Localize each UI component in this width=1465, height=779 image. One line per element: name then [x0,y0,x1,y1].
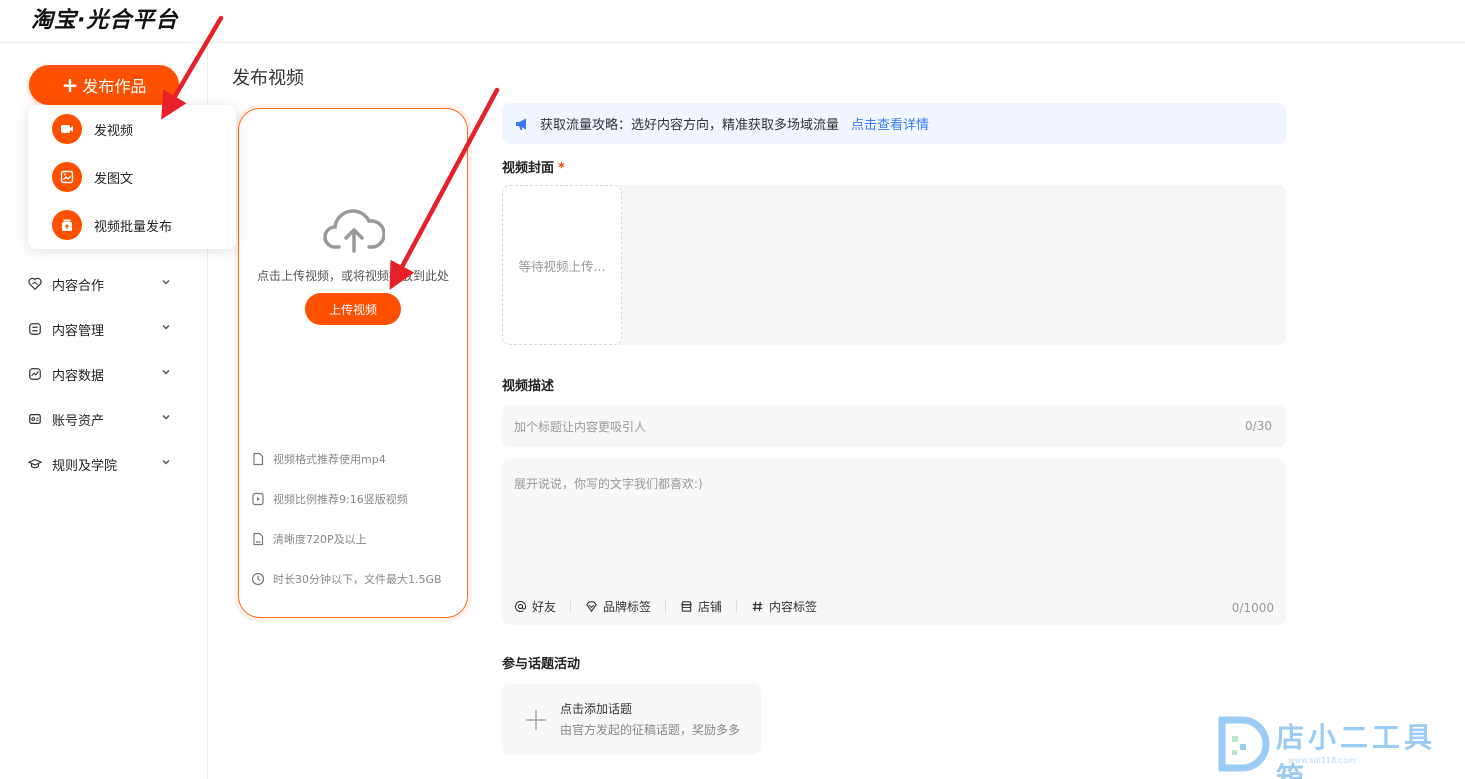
sidebar-item-label: 内容合作 [52,278,105,294]
menu-item-label: 发视频 [94,123,134,139]
content-manage-icon [29,323,41,335]
add-topic-title: 点击添加话题 [560,702,633,716]
store-button[interactable]: 店铺 [680,599,738,614]
graduation-cap-icon [28,459,42,469]
plus-icon: + [61,73,79,97]
menu-item-batch-video-publish[interactable]: 视频批量发布 [52,209,172,241]
platform-logo[interactable]: 淘宝·光合平台 [31,2,178,34]
description-section-label: 视频描述 [502,379,555,394]
watermark-url: www.sdl118.com [1288,756,1356,765]
watermark-text: 店小二工具箱 [1276,721,1437,779]
chart-line-icon [29,368,41,380]
publish-work-label: 发布作品 [82,77,147,96]
cloud-upload-icon [323,209,385,253]
sidebar-item-label: 内容管理 [52,323,105,339]
page-title: 发布视频 [232,68,304,89]
topic-section-label: 参与话题活动 [502,657,581,672]
cover-upload-slot[interactable]: 等待视频上传... [502,185,622,345]
sidebar-item-content-data[interactable]: 内容数据 [28,362,178,386]
spec-format: 视频格式推荐使用mp4 [251,449,386,469]
chevron-down-icon [162,324,170,330]
menu-item-label: 视频批量发布 [94,219,173,235]
spec-duration: 时长30分钟以下，文件最大1.5GB [251,569,442,589]
cover-area: 等待视频上传... [502,185,1286,345]
clock-icon [251,572,265,586]
traffic-tips-banner: 获取流量攻略：选好内容方向，精准获取多场域流量 点击查看详情 [502,103,1286,144]
description-char-count: 0/1000 [1231,601,1274,615]
sidebar-item-label: 规则及学院 [52,458,118,474]
banner-details-link[interactable]: 点击查看详情 [851,114,929,133]
batch-upload-icon [62,219,72,231]
title-placeholder: 加个标题让内容更吸引人 [514,419,647,434]
hashtag-icon [752,601,763,611]
upload-video-button[interactable]: 上传视频 [305,293,401,325]
store-icon [681,600,692,612]
sidebar-item-rules-academy[interactable]: 规则及学院 [28,452,178,476]
video-upload-frame: 点击上传视频，或将视频拖放到此处 上传视频 视频格式推荐使用mp4 视频比例推荐… [234,104,472,622]
add-topic-subtitle: 由官方发起的征稿话题，奖励多多 [560,723,741,737]
sidebar-item-content-cooperation[interactable]: 内容合作 [28,272,178,296]
handshake-icon [28,277,42,291]
sidebar-item-label: 账号资产 [52,413,105,429]
video-title-input[interactable]: 加个标题让内容更吸引人 0/30 [502,405,1286,447]
plus-icon [526,710,546,730]
upload-hint: 点击上传视频，或将视频拖放到此处 [256,269,449,283]
image-text-icon [60,170,74,184]
play-circle-icon [252,492,264,506]
at-icon [514,600,527,612]
content-tag-button[interactable]: 内容标签 [751,599,831,614]
menu-item-publish-image-text[interactable]: 发图文 [52,161,133,193]
top-bar: 淘宝·光合平台 [0,0,1465,43]
cover-section-label: 视频封面 * [502,161,565,176]
sidebar-item-account-assets[interactable]: 账号资产 [28,407,178,431]
spec-ratio: 视频比例推荐9:16竖版视频 [251,489,408,509]
title-char-count: 0/30 [1245,419,1272,433]
chevron-down-icon [162,279,170,285]
spec-resolution: 清晰度720P及以上 [251,529,367,549]
description-placeholder: 展开说说，你写的文字我们都喜欢:) [514,477,703,491]
publish-work-button[interactable]: + 发布作品 [29,65,179,105]
menu-item-publish-video[interactable]: 发视频 [52,113,133,145]
cover-placeholder: 等待视频上传... [518,258,606,274]
file-icon [253,452,264,466]
required-mark: * [558,161,565,176]
megaphone-icon [516,118,526,130]
sidebar-item-label: 内容数据 [52,368,105,384]
account-asset-icon [29,414,41,424]
brand-tag-icon [586,600,597,612]
video-upload-dropzone[interactable]: 点击上传视频，或将视频拖放到此处 上传视频 视频格式推荐使用mp4 视频比例推荐… [238,108,468,618]
banner-text: 获取流量攻略：选好内容方向，精准获取多场域流量 [540,118,840,133]
add-topic-card[interactable]: 点击添加话题 由官方发起的征稿话题，奖励多多 [502,684,761,755]
menu-item-label: 发图文 [94,171,134,187]
video-camera-icon [61,125,73,133]
chevron-down-icon [162,414,170,420]
sidebar-item-content-management[interactable]: 内容管理 [28,317,178,341]
chevron-down-icon [162,459,170,465]
video-description-textarea[interactable]: 展开说说，你写的文字我们都喜欢:) 好友 品牌标签 店铺 内容标签 0/1000 [502,459,1286,625]
chevron-down-icon [162,369,170,375]
description-toolbar: 好友 品牌标签 店铺 内容标签 [514,599,845,614]
hd-file-icon [253,532,264,546]
mention-friend-button[interactable]: 好友 [514,599,572,614]
brand-tag-button[interactable]: 品牌标签 [585,599,667,614]
watermark: 店小二工具箱 www.sdl118.com [1218,714,1463,779]
watermark-logo-icon [1218,716,1270,772]
publish-dropdown-menu: 发视频 发图文 视频批量发布 [28,105,236,249]
